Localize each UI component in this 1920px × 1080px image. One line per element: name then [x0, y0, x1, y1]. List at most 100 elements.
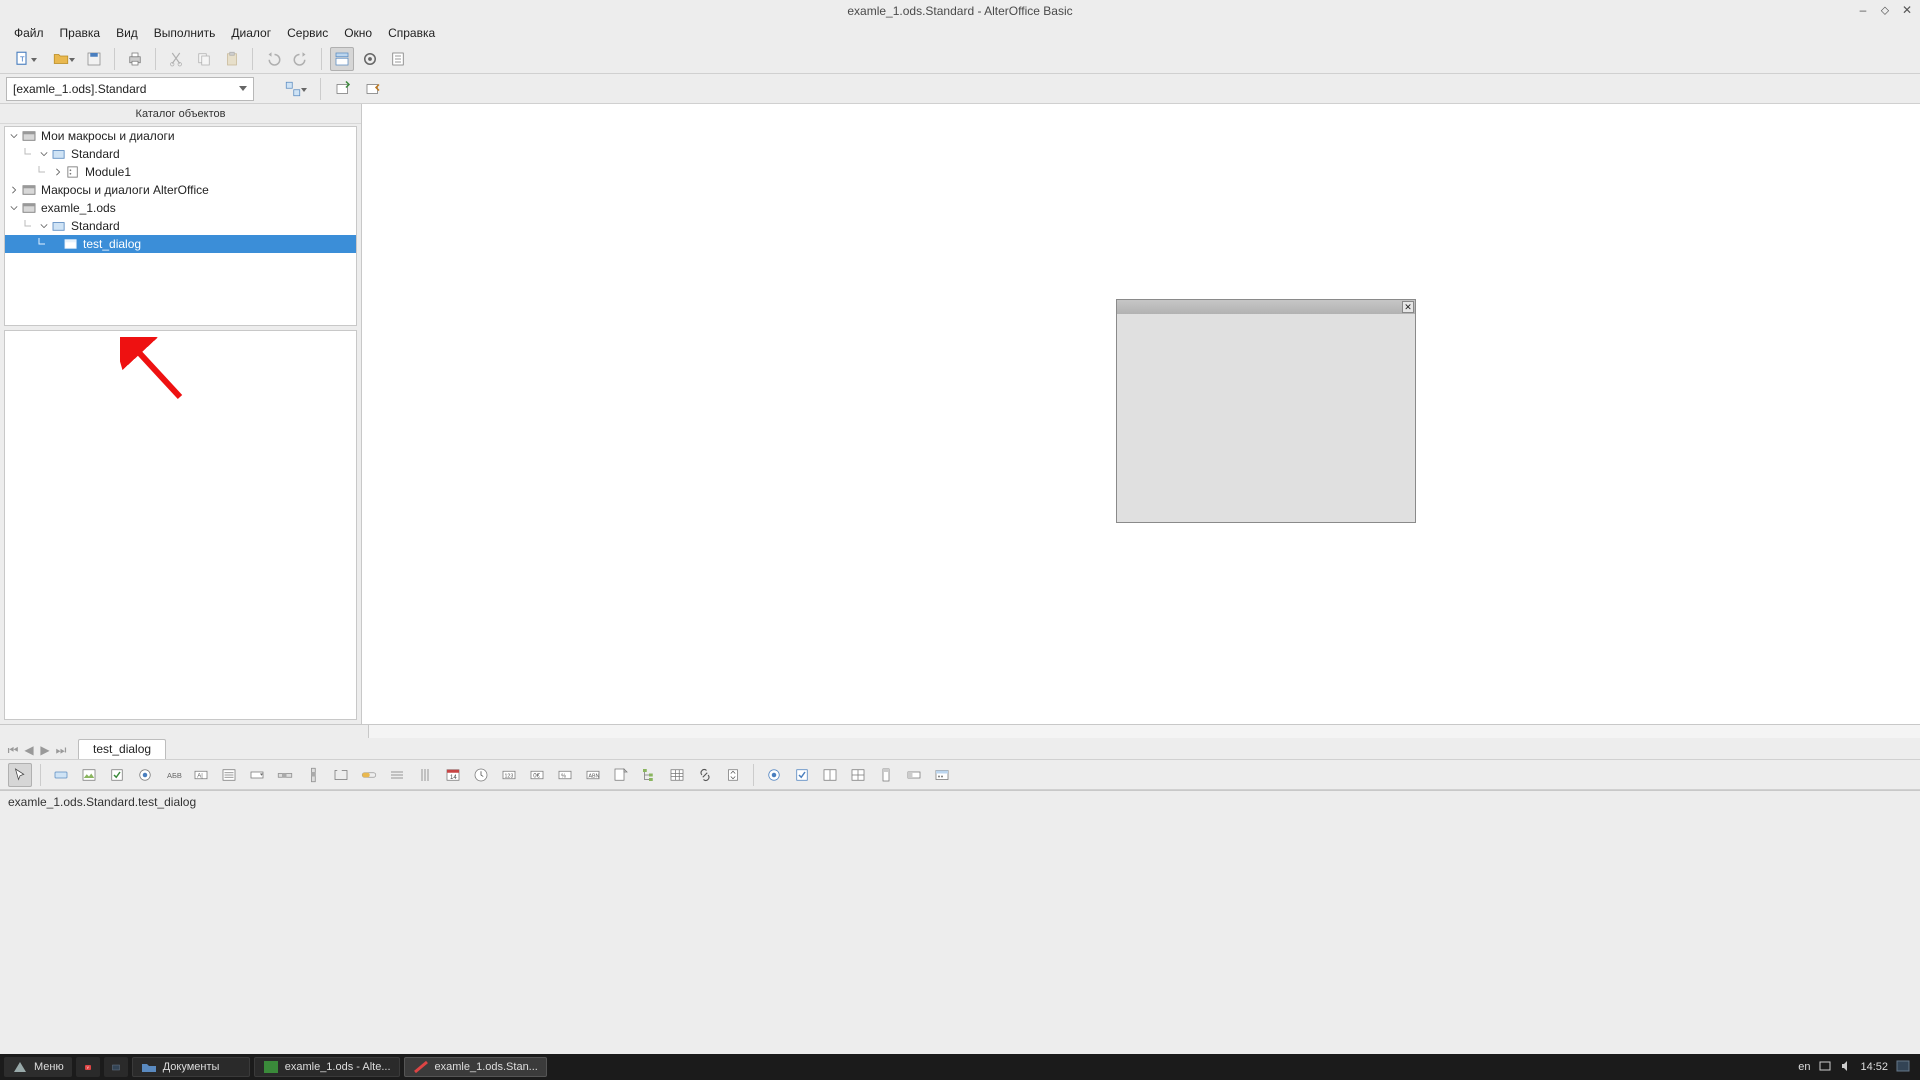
taskbar-menu[interactable]: Меню — [4, 1057, 72, 1077]
spin-control[interactable] — [721, 763, 745, 787]
combo-box-control[interactable] — [245, 763, 269, 787]
tab-prev-button[interactable]: ◀ — [22, 743, 36, 757]
tab-test-dialog[interactable]: test_dialog — [78, 739, 166, 759]
tab-next-button[interactable]: ▶ — [38, 743, 52, 757]
tree-my-standard[interactable]: Standard — [5, 145, 356, 163]
text-box-control[interactable]: A| — [189, 763, 213, 787]
tab-last-button[interactable]: ⏭ — [54, 743, 68, 757]
tree-control[interactable] — [637, 763, 661, 787]
tree-doc[interactable]: examle_1.ods — [5, 199, 356, 217]
option-button-2-control[interactable] — [762, 763, 786, 787]
tree-my-module1[interactable]: Module1 — [5, 163, 356, 181]
expander-icon[interactable] — [9, 203, 19, 213]
expander-icon[interactable] — [39, 221, 49, 231]
grid-1-control[interactable] — [818, 763, 842, 787]
group-box-control[interactable] — [329, 763, 353, 787]
save-dialog-button[interactable] — [82, 47, 106, 71]
form-controls-toolbar: АБВ A| 14 123 0€ % ABN — [0, 760, 1920, 790]
menu-edit[interactable]: Правка — [52, 24, 109, 42]
image-control[interactable] — [77, 763, 101, 787]
spreadsheet-icon — [263, 1060, 279, 1074]
tab-first-button[interactable]: ⏮ — [6, 743, 20, 757]
open-button[interactable] — [44, 47, 78, 71]
tray-network-icon[interactable] — [1818, 1060, 1832, 1075]
menu-dialog[interactable]: Диалог — [223, 24, 279, 42]
tray-volume-icon[interactable] — [1840, 1060, 1852, 1075]
dialog-close-button[interactable]: ✕ — [1402, 301, 1414, 313]
selection-tool[interactable] — [8, 763, 32, 787]
expander-icon[interactable] — [9, 131, 19, 141]
modules-button[interactable] — [386, 47, 410, 71]
formatted-field-control[interactable]: % — [553, 763, 577, 787]
scrollbar-h-control[interactable] — [273, 763, 297, 787]
taskbar-fm[interactable]: Документы — [132, 1057, 250, 1077]
dialog-titlebar[interactable]: ✕ — [1117, 300, 1415, 314]
taskbar-win-basic[interactable]: examle_1.ods.Stan... — [404, 1057, 547, 1077]
nav-bar-control[interactable] — [874, 763, 898, 787]
taskbar-term[interactable] — [104, 1057, 128, 1077]
progress-bar-control[interactable] — [357, 763, 381, 787]
properties-panel[interactable] — [4, 330, 357, 720]
library-combo[interactable]: [examle_1.ods].Standard — [6, 77, 254, 101]
push-button-control[interactable] — [49, 763, 73, 787]
close-button[interactable]: ✕ — [1900, 3, 1914, 17]
label-control[interactable]: АБВ — [161, 763, 185, 787]
tree-ao-macros[interactable]: Макросы и диалоги AlterOffice — [5, 181, 356, 199]
svg-text:АБВ: АБВ — [167, 771, 182, 780]
option-button-control[interactable] — [133, 763, 157, 787]
export-dialog-button[interactable] — [361, 77, 385, 101]
print-button[interactable] — [123, 47, 147, 71]
tray-clock[interactable]: 14:52 — [1860, 1061, 1888, 1073]
object-tree[interactable]: Мои макросы и диалоги Standard Module1 М… — [4, 126, 357, 326]
tray-lang[interactable]: en — [1798, 1061, 1810, 1073]
line-v-control[interactable] — [413, 763, 437, 787]
numeric-field-control[interactable]: 123 — [497, 763, 521, 787]
hyperlink-control[interactable] — [693, 763, 717, 787]
taskbar-browser[interactable]: Y — [76, 1057, 100, 1077]
check-box-control[interactable] — [105, 763, 129, 787]
sidebar: Каталог объектов Мои макросы и диалоги S… — [0, 104, 362, 724]
minimize-button[interactable]: – — [1856, 3, 1870, 17]
time-field-control[interactable] — [469, 763, 493, 787]
expander-icon[interactable] — [39, 149, 49, 159]
tree-label: test_dialog — [83, 237, 141, 251]
check-box-2-control[interactable] — [790, 763, 814, 787]
table-control[interactable] — [665, 763, 689, 787]
pattern-field-control[interactable]: ABN — [581, 763, 605, 787]
tray-show-desktop-icon[interactable] — [1896, 1060, 1910, 1075]
maximize-button[interactable]: ⬦ — [1878, 3, 1892, 17]
menu-run[interactable]: Выполнить — [146, 24, 224, 42]
chevron-down-icon — [239, 86, 247, 91]
properties-control[interactable] — [902, 763, 926, 787]
file-selection-control[interactable] — [609, 763, 633, 787]
tree-doc-standard[interactable]: Standard — [5, 217, 356, 235]
expander-icon[interactable] — [9, 185, 19, 195]
menu-window[interactable]: Окно — [336, 24, 380, 42]
new-module-button[interactable]: T — [6, 47, 40, 71]
menu-help[interactable]: Справка — [380, 24, 443, 42]
line-h-control[interactable] — [385, 763, 409, 787]
object-catalog-button[interactable] — [330, 47, 354, 71]
list-box-control[interactable] — [217, 763, 241, 787]
scrollbar-v-control[interactable] — [301, 763, 325, 787]
tree-doc-dialog[interactable]: test_dialog — [5, 235, 356, 253]
hscroll-track[interactable] — [368, 725, 1920, 738]
taskbar-win-calc[interactable]: examle_1.ods - Alte... — [254, 1057, 400, 1077]
grid-2-control[interactable] — [846, 763, 870, 787]
expander-icon[interactable] — [53, 167, 63, 177]
svg-text:T: T — [20, 54, 25, 63]
tree-my-macros[interactable]: Мои макросы и диалоги — [5, 127, 356, 145]
dialog-canvas[interactable]: ✕ — [362, 104, 1920, 724]
import-dialog-button[interactable] — [331, 77, 355, 101]
currency-field-control[interactable]: 0€ — [525, 763, 549, 787]
dialog-preview[interactable]: ✕ — [1116, 299, 1416, 523]
tree-label: examle_1.ods — [41, 201, 116, 215]
test-mode-button[interactable] — [930, 763, 954, 787]
menu-tools[interactable]: Сервис — [279, 24, 336, 42]
menu-view[interactable]: Вид — [108, 24, 146, 42]
select-element-button[interactable] — [276, 77, 310, 101]
menu-file[interactable]: Файл — [6, 24, 52, 42]
module-icon — [65, 165, 81, 179]
date-field-control[interactable]: 14 — [441, 763, 465, 787]
select-macro-button[interactable] — [358, 47, 382, 71]
